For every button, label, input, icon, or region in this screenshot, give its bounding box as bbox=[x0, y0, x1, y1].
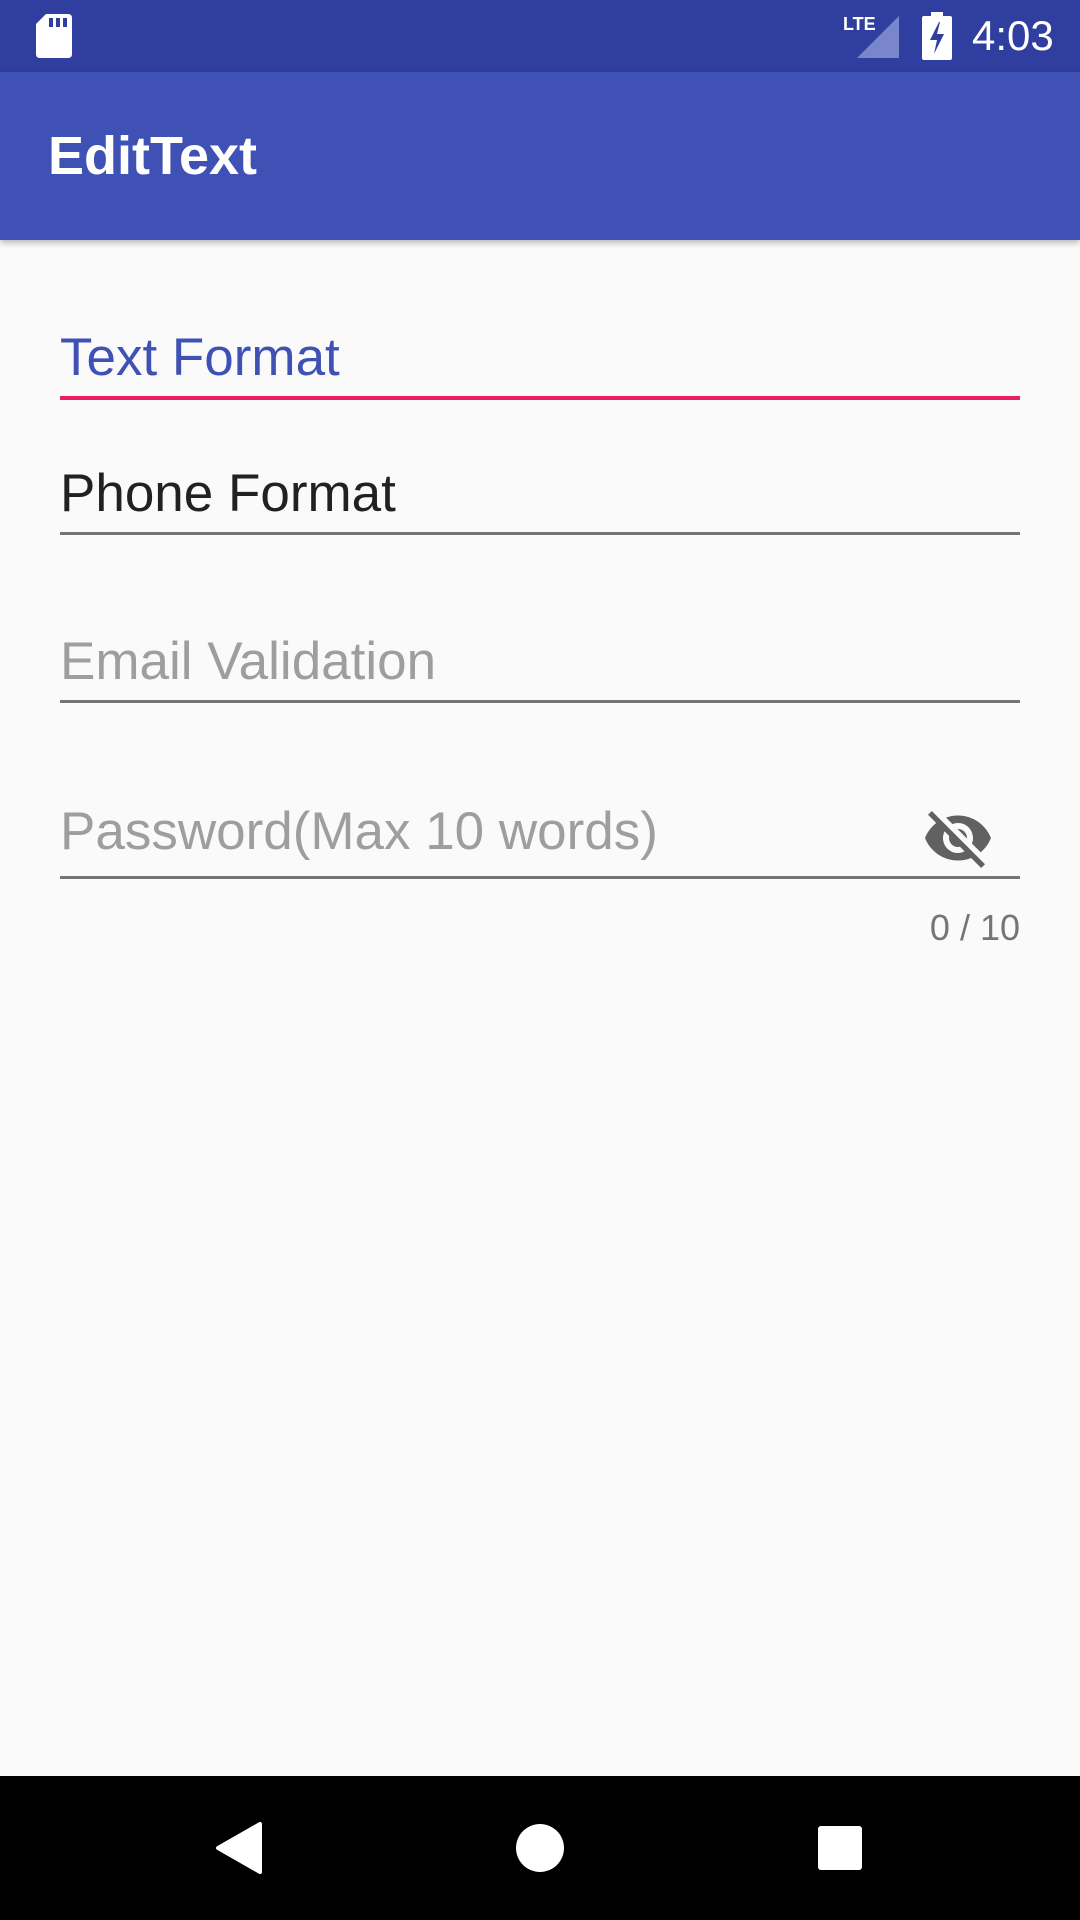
clock: 4:03 bbox=[972, 12, 1054, 59]
app-title: EditText bbox=[48, 126, 258, 186]
email-validation-field[interactable]: Email Validation bbox=[60, 624, 1020, 704]
svg-text:LTE: LTE bbox=[843, 14, 876, 34]
navigation-bar bbox=[0, 1776, 1080, 1920]
battery-charging-icon bbox=[922, 12, 952, 60]
home-icon[interactable] bbox=[500, 1808, 580, 1888]
password-char-counter: 0 / 10 bbox=[929, 907, 1020, 948]
text-format-underline bbox=[60, 396, 1020, 400]
phone-format-value: Phone Format bbox=[60, 464, 396, 523]
email-validation-placeholder: Email Validation bbox=[60, 632, 437, 691]
text-format-value: Text Format bbox=[60, 328, 340, 387]
status-bar: LTE 4:03 bbox=[0, 0, 1080, 72]
email-validation-underline bbox=[60, 700, 1020, 703]
password-placeholder: Password(Max 10 words) bbox=[60, 802, 658, 861]
password-field[interactable]: Password(Max 10 words) bbox=[60, 796, 1020, 880]
eye-off-icon[interactable] bbox=[922, 802, 994, 874]
recents-icon[interactable] bbox=[800, 1808, 880, 1888]
text-format-field[interactable]: Text Format bbox=[60, 320, 1020, 400]
back-icon[interactable] bbox=[200, 1808, 280, 1888]
signal-icon: LTE bbox=[843, 14, 899, 58]
app-bar: EditText bbox=[0, 72, 1080, 240]
phone-format-field[interactable]: Phone Format bbox=[60, 456, 1020, 536]
phone-format-underline bbox=[60, 532, 1020, 535]
password-underline bbox=[60, 876, 1020, 879]
sd-card-icon bbox=[36, 14, 72, 58]
